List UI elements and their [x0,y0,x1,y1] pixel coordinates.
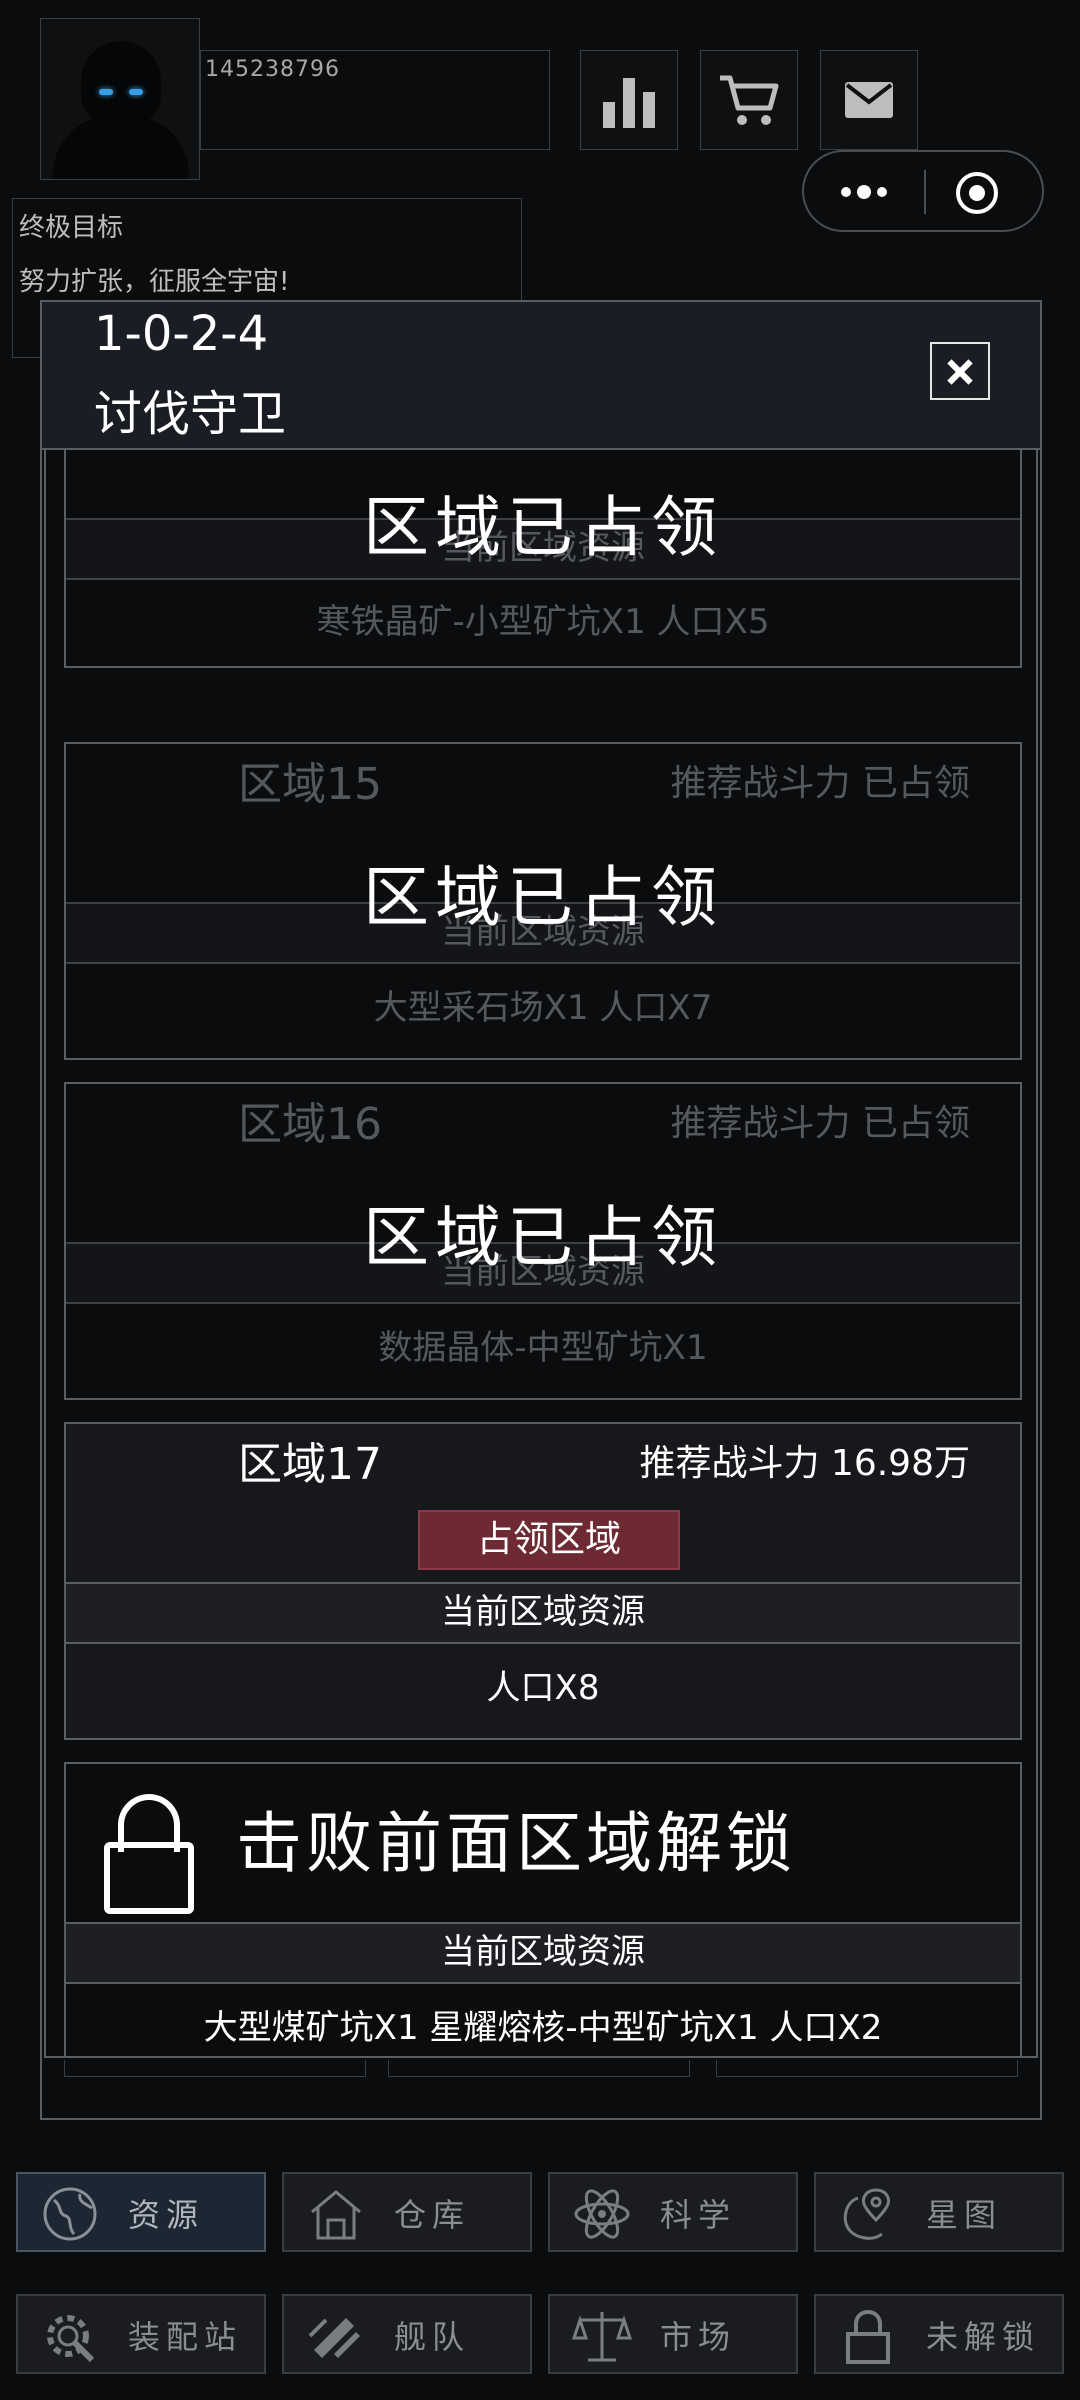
occupied-label: 区域已占领 [363,489,723,566]
nav-locked[interactable]: 未解锁 [814,2294,1064,2374]
mini-program-capsule [802,150,1044,232]
globe-icon [43,2187,97,2241]
goal-title: 终极目标 [19,213,124,243]
goal-text: 努力扩张，征服全宇宙! [19,267,290,297]
region-modal: 1-0-2-4 讨伐守卫 当前区域资源 寒铁晶矿-小型矿坑X1 人口X5 区域已… [40,300,1042,2120]
footer-tab [64,2060,366,2077]
nav-label: 仓库 [394,2196,471,2234]
user-id: 145238796 [205,57,340,82]
avatar-head-shape [81,41,161,125]
modal-header: 1-0-2-4 讨伐守卫 [42,302,1040,450]
nav-label: 未解锁 [926,2318,1041,2356]
avatar-eye-left [99,89,113,95]
nav-label: 装配站 [128,2318,243,2356]
region-name: 区域17 [238,1439,382,1490]
region-card-locked: 击败前面区域解锁 当前区域资源 大型煤矿坑X1 星耀熔核-中型矿坑X1 人口X2 [64,1762,1022,2056]
resources-list: 数据晶体-中型矿坑X1 [378,1328,708,1368]
nav-label: 资源 [128,2196,205,2234]
resources-list: 人口X8 [486,1668,600,1708]
region-power: 推荐战斗力 已占领 [670,1103,970,1144]
nav-star-map[interactable]: 星图 [814,2172,1064,2252]
nav-warehouse[interactable]: 仓库 [282,2172,532,2252]
modal-level-code: 1-0-2-4 [94,306,269,362]
shop-button[interactable] [700,50,798,150]
resources-list: 大型采石场X1 人口X7 [373,988,713,1028]
map-pin-icon [843,2188,890,2240]
fleet-icon [308,2318,360,2358]
mail-button[interactable] [820,50,918,150]
resources-title: 当前区域资源 [66,1582,1020,1644]
region-card-15: 区域15 推荐战斗力 已占领 当前区域资源 大型采石场X1 人口X7 区域已占领 [64,742,1022,1060]
warehouse-icon [311,2190,361,2240]
region-list[interactable]: 当前区域资源 寒铁晶矿-小型矿坑X1 人口X5 区域已占领 区域15 推荐战斗力… [44,450,1038,2058]
locked-message: 击败前面区域解锁 [236,1805,796,1882]
region-name: 区域15 [238,759,382,810]
region-card-16: 区域16 推荐战斗力 已占领 当前区域资源 数据晶体-中型矿坑X1 区域已占领 [64,1082,1022,1400]
modal-title: 讨伐守卫 [94,386,287,442]
nav-label: 市场 [660,2318,737,2356]
avatar-eye-right [129,89,143,95]
region-card-17: 区域17 推荐战斗力 16.98万 占领区域 当前区域资源 人口X8 [64,1422,1022,1740]
avatar[interactable] [40,18,200,180]
modal-footer-tabs [42,2060,1040,2120]
scale-icon [572,2312,632,2362]
nav-resources[interactable]: 资源 [16,2172,266,2252]
resources-title: 当前区域资源 [66,1922,1020,1984]
lock-icon [846,2309,890,2364]
atom-icon [574,2189,630,2239]
nav-market[interactable]: 市场 [548,2294,798,2374]
bar-chart-icon [603,78,655,128]
nav-assembly[interactable]: 装配站 [16,2294,266,2374]
region-name: 区域16 [238,1099,382,1150]
occupied-label: 区域已占领 [363,859,723,936]
cart-icon [720,75,779,125]
lock-body-shape [104,1842,194,1914]
region-card-14: 当前区域资源 寒铁晶矿-小型矿坑X1 人口X5 区域已占领 [64,450,1022,668]
nav-label: 科学 [660,2196,737,2234]
nav-science[interactable]: 科学 [548,2172,798,2252]
nav-label: 星图 [926,2196,1003,2234]
resources-list: 寒铁晶矿-小型矿坑X1 人口X5 [316,602,770,642]
mail-icon [845,82,893,118]
gear-wrench-icon [47,2315,95,2363]
nav-fleet[interactable]: 舰队 [282,2294,532,2374]
resources-list: 大型煤矿坑X1 星耀熔核-中型矿坑X1 人口X2 [203,2008,883,2048]
nav-label: 舰队 [394,2318,471,2356]
target-icon[interactable] [956,172,998,214]
more-dots-icon[interactable] [834,172,894,212]
occupy-region-button[interactable]: 占领区域 [418,1510,680,1570]
close-icon[interactable] [930,342,990,400]
occupied-label: 区域已占领 [363,1199,723,1276]
user-id-box: 145238796 [200,50,550,150]
capsule-divider [924,170,926,214]
region-power: 推荐战斗力 16.98万 [639,1443,970,1484]
footer-tab [716,2060,1018,2077]
region-power: 推荐战斗力 已占领 [670,763,970,804]
stats-button[interactable] [580,50,678,150]
footer-tab [388,2060,690,2077]
